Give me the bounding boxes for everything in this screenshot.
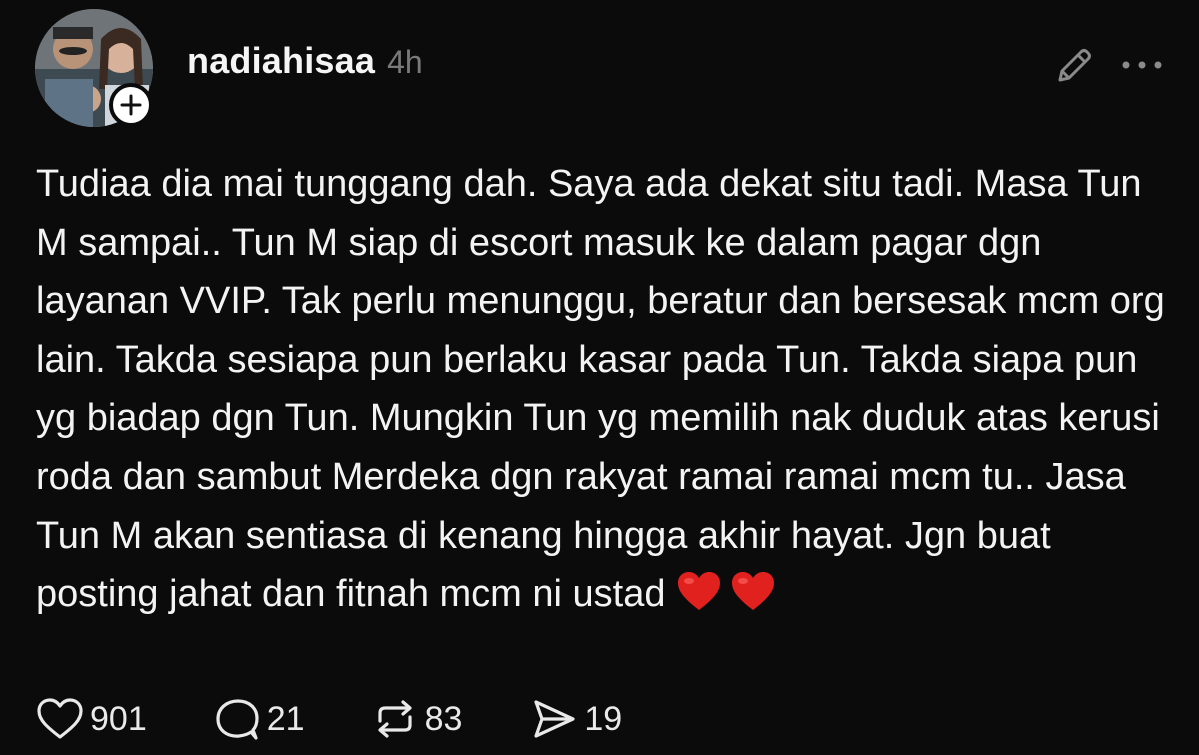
heart-emoji-icon <box>731 572 774 611</box>
like-count: 901 <box>90 699 147 738</box>
share-count: 19 <box>584 699 623 738</box>
repost-arrows-icon <box>377 700 412 738</box>
comment-button[interactable]: 21 <box>213 697 305 741</box>
username-link[interactable]: nadiahisaa <box>187 40 375 82</box>
post-body: Tudiaa dia mai tunggang dah. Saya ada de… <box>36 155 1176 630</box>
action-bar: 901 21 83 19 <box>36 695 686 743</box>
heart-outline-icon <box>37 698 83 739</box>
plus-icon <box>120 94 142 116</box>
repost-button[interactable]: 83 <box>371 697 463 741</box>
comment-count: 21 <box>266 699 305 738</box>
send-paper-plane-icon <box>534 700 575 738</box>
like-button[interactable]: 901 <box>36 697 147 741</box>
post-timestamp: 4h <box>387 44 423 80</box>
post-header: nadiahisaa 4h <box>187 40 423 90</box>
pencil-icon <box>1058 49 1091 82</box>
speech-bubble-icon <box>216 699 259 740</box>
post-text: Tudiaa dia mai tunggang dah. Saya ada de… <box>36 163 1165 616</box>
more-dots-icon <box>1122 61 1162 69</box>
avatar-container <box>35 9 153 127</box>
more-options-button[interactable] <box>1118 50 1166 80</box>
follow-button[interactable] <box>109 83 153 127</box>
edit-button[interactable] <box>1052 44 1096 88</box>
repost-count: 83 <box>424 699 463 738</box>
share-button[interactable]: 19 <box>530 697 622 741</box>
emoji-group <box>676 570 784 630</box>
heart-emoji-icon <box>677 572 720 611</box>
